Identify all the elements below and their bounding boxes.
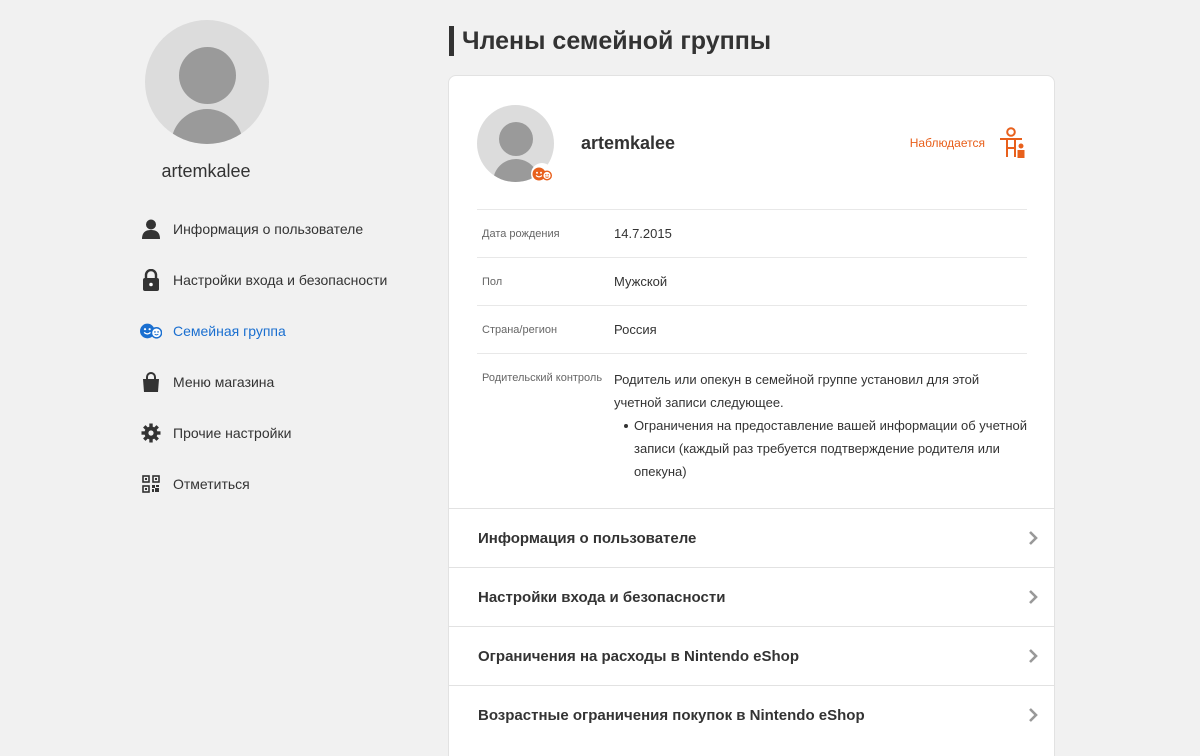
chevron-right-icon — [1029, 708, 1038, 722]
page-title-text: Члены семейной группы — [462, 26, 772, 55]
profile-avatar — [145, 20, 269, 144]
sidebar-item-label: Информация о пользователе — [173, 221, 364, 237]
sidebar-item-other-settings[interactable]: Прочие настройки — [140, 422, 387, 444]
info-row-country: Страна/регион Россия — [477, 305, 1027, 353]
info-value: Мужской — [614, 274, 668, 289]
sidebar-item-label: Семейная группа — [173, 323, 286, 339]
sidebar-item-label: Меню магазина — [173, 374, 275, 390]
info-label: Родительский контроль — [482, 372, 603, 384]
settings-link-list: Информация о пользователе Настройки вход… — [449, 508, 1054, 744]
supervised-status: Наблюдается — [910, 127, 1028, 159]
sidebar-item-user-info[interactable]: Информация о пользователе — [140, 218, 387, 240]
lock-icon — [140, 269, 162, 291]
sidebar-item-label: Настройки входа и безопасности — [173, 272, 388, 288]
info-row-parental-control: Родительский контроль Родитель или опеку… — [477, 353, 1027, 483]
link-spending-limits[interactable]: Ограничения на расходы в Nintendo eShop — [449, 626, 1054, 685]
person-icon — [140, 218, 162, 240]
link-label: Настройки входа и безопасности — [478, 588, 726, 606]
info-label: Пол — [482, 275, 503, 288]
page-title: Члены семейной группы — [449, 26, 771, 56]
sidebar-item-security[interactable]: Настройки входа и безопасности — [140, 269, 387, 291]
member-name: artemkalee — [581, 133, 676, 153]
child-account-icon — [531, 163, 553, 185]
sidebar-item-check-in[interactable]: Отметиться — [140, 473, 387, 495]
supervised-label: Наблюдается — [909, 136, 985, 150]
sidebar-item-label: Прочие настройки — [173, 425, 292, 441]
restriction-item: Ограничения на предоставление вашей инфо… — [624, 414, 1027, 483]
link-label: Ограничения на расходы в Nintendo eShop — [478, 647, 799, 665]
info-value: 14.7.2015 — [614, 226, 672, 241]
info-row-gender: Пол Мужской — [477, 257, 1027, 305]
gear-icon — [140, 422, 162, 444]
parental-control-value: Родитель или опекун в семейной группе ус… — [614, 368, 1027, 483]
link-security[interactable]: Настройки входа и безопасности — [449, 567, 1054, 626]
shopping-bag-icon — [140, 371, 162, 393]
link-label: Информация о пользователе — [478, 529, 697, 547]
member-info-table: Дата рождения 14.7.2015 Пол Мужской Стра… — [477, 209, 1027, 483]
info-label: Страна/регион — [482, 323, 558, 336]
parental-control-text: Родитель или опекун в семейной группе ус… — [614, 372, 980, 410]
info-value: Россия — [614, 322, 657, 337]
chevron-right-icon — [1029, 649, 1038, 663]
restriction-list: Ограничения на предоставление вашей инфо… — [624, 414, 1027, 483]
sidebar-nav: Информация о пользователе Настройки вход… — [140, 218, 387, 524]
link-age-restrictions[interactable]: Возрастные ограничения покупок в Nintend… — [449, 685, 1054, 744]
sidebar-item-label: Отметиться — [173, 476, 250, 492]
chevron-right-icon — [1029, 590, 1038, 604]
info-label: Дата рождения — [482, 227, 560, 240]
info-row-birthdate: Дата рождения 14.7.2015 — [477, 209, 1027, 257]
supervised-child-icon — [998, 127, 1028, 159]
link-label: Возрастные ограничения покупок в Nintend… — [478, 706, 865, 724]
family-icon — [140, 320, 162, 342]
title-accent-bar — [449, 26, 454, 56]
link-user-info[interactable]: Информация о пользователе — [449, 508, 1054, 567]
member-card: artemkalee Наблюдается Дата рождения 14.… — [448, 75, 1055, 756]
qr-code-icon — [140, 473, 162, 495]
sidebar-item-shop-menu[interactable]: Меню магазина — [140, 371, 387, 393]
sidebar-username: artemkalee — [161, 161, 251, 181]
sidebar-item-family-group[interactable]: Семейная группа — [140, 320, 387, 342]
chevron-right-icon — [1029, 531, 1038, 545]
